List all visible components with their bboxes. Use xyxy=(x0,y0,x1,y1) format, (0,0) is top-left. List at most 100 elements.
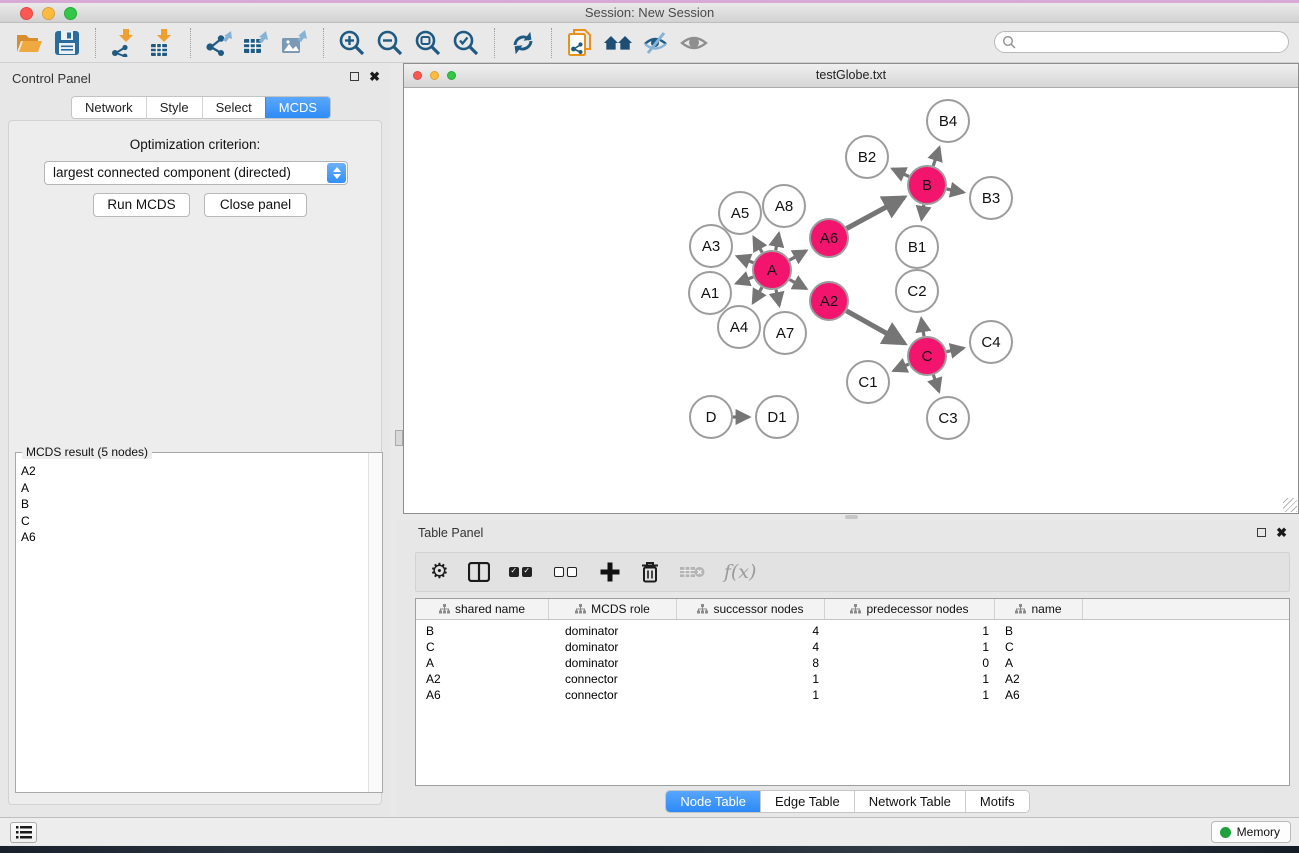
table-settings-icon[interactable]: ⚙ xyxy=(430,562,449,582)
search-field[interactable] xyxy=(994,31,1289,53)
node-A1[interactable]: A1 xyxy=(689,272,731,314)
node-B[interactable]: B xyxy=(908,166,946,204)
column-header-name[interactable]: name xyxy=(995,599,1083,619)
cell[interactable]: A xyxy=(995,655,1083,671)
edge-C-C4[interactable] xyxy=(947,348,964,352)
add-column-icon[interactable] xyxy=(599,561,621,583)
import-table-icon[interactable] xyxy=(147,28,177,58)
task-history-button[interactable] xyxy=(10,822,37,843)
cell[interactable]: 1 xyxy=(825,687,995,703)
node-A2[interactable]: A2 xyxy=(810,282,848,320)
node-A5[interactable]: A5 xyxy=(719,192,761,234)
cell[interactable]: C xyxy=(416,639,549,655)
deselect-all-checkboxes-icon[interactable] xyxy=(554,567,580,577)
search-input[interactable] xyxy=(1020,33,1288,51)
network-close-button[interactable] xyxy=(413,71,422,80)
cell[interactable]: 4 xyxy=(677,639,825,655)
edge-A-A1[interactable] xyxy=(736,277,753,283)
cell[interactable]: A6 xyxy=(995,687,1083,703)
column-header-predecessor-nodes[interactable]: predecessor nodes xyxy=(825,599,995,619)
close-window-button[interactable] xyxy=(20,7,33,20)
node-A[interactable]: A xyxy=(753,251,791,289)
show-all-nodes-icon[interactable] xyxy=(603,28,633,58)
minimize-window-button[interactable] xyxy=(42,7,55,20)
edge-C-C1[interactable] xyxy=(894,364,909,371)
node-D[interactable]: D xyxy=(690,396,732,438)
tab-network-table[interactable]: Network Table xyxy=(854,791,965,812)
edge-A-A6[interactable] xyxy=(789,251,806,261)
run-mcds-button[interactable]: Run MCDS xyxy=(93,193,190,217)
network-zoom-button[interactable] xyxy=(447,71,456,80)
export-network-icon[interactable] xyxy=(204,28,234,58)
cell[interactable]: A6 xyxy=(416,687,549,703)
window-resize-grip[interactable] xyxy=(1283,498,1297,512)
node-B3[interactable]: B3 xyxy=(970,177,1012,219)
cell[interactable]: A2 xyxy=(995,671,1083,687)
cell[interactable]: A2 xyxy=(416,671,549,687)
edge-B-B2[interactable] xyxy=(892,169,909,177)
edge-A-A5[interactable] xyxy=(754,237,763,252)
column-header-shared-name[interactable]: shared name xyxy=(416,599,549,619)
edge-A-A2[interactable] xyxy=(790,280,807,289)
apply-layout-icon[interactable] xyxy=(508,28,538,58)
node-D1[interactable]: D1 xyxy=(756,396,798,438)
float-panel-icon[interactable] xyxy=(350,72,359,81)
duplicate-network-icon[interactable] xyxy=(565,28,595,58)
edge-B-B3[interactable] xyxy=(947,189,964,192)
cell[interactable]: 1 xyxy=(825,671,995,687)
table-row[interactable]: A2connector11A2 xyxy=(416,671,1289,687)
node-A4[interactable]: A4 xyxy=(718,306,760,348)
result-item[interactable]: A6 xyxy=(16,529,368,546)
edge-A-A7[interactable] xyxy=(776,290,779,306)
zoom-selected-icon[interactable] xyxy=(451,28,481,58)
criterion-select[interactable]: largest connected component (directed) xyxy=(44,161,348,185)
cell[interactable]: 8 xyxy=(677,655,825,671)
select-all-checkboxes-icon[interactable] xyxy=(509,567,535,577)
table-row[interactable]: Bdominator41B xyxy=(416,623,1289,639)
cell[interactable]: dominator xyxy=(549,655,677,671)
node-C4[interactable]: C4 xyxy=(970,321,1012,363)
edge-B-B1[interactable] xyxy=(922,205,924,220)
node-C[interactable]: C xyxy=(908,337,946,375)
zoom-out-icon[interactable] xyxy=(375,28,405,58)
close-panel-button[interactable]: Close panel xyxy=(204,193,307,217)
edge-A-A4[interactable] xyxy=(753,287,762,303)
table-row[interactable]: Adominator80A xyxy=(416,655,1289,671)
node-B2[interactable]: B2 xyxy=(846,136,888,178)
memory-button[interactable]: Memory xyxy=(1211,821,1291,843)
tab-select[interactable]: Select xyxy=(202,97,265,118)
table-row[interactable]: Cdominator41C xyxy=(416,639,1289,655)
result-item[interactable]: B xyxy=(16,496,368,513)
cell[interactable]: dominator xyxy=(549,639,677,655)
node-A3[interactable]: A3 xyxy=(690,225,732,267)
result-item[interactable]: A xyxy=(16,480,368,497)
column-header-MCDS-role[interactable]: MCDS role xyxy=(549,599,677,619)
horizontal-splitter-handle[interactable] xyxy=(845,515,858,519)
node-C1[interactable]: C1 xyxy=(847,361,889,403)
node-B1[interactable]: B1 xyxy=(896,226,938,268)
cell[interactable]: 1 xyxy=(677,671,825,687)
result-item[interactable]: A2 xyxy=(16,463,368,480)
zoom-window-button[interactable] xyxy=(64,7,77,20)
node-C2[interactable]: C2 xyxy=(896,270,938,312)
node-A7[interactable]: A7 xyxy=(764,312,806,354)
export-image-icon[interactable] xyxy=(280,28,310,58)
cell[interactable]: 4 xyxy=(677,623,825,639)
open-session-icon[interactable] xyxy=(14,28,44,58)
cell[interactable]: 1 xyxy=(825,639,995,655)
zoom-fit-icon[interactable] xyxy=(413,28,443,58)
network-canvas[interactable]: AA1A2A3A4A5A6A7A8BB1B2B3B4CC1C2C3C4DD1 xyxy=(404,88,1298,513)
tab-network[interactable]: Network xyxy=(72,97,146,118)
cell[interactable]: C xyxy=(995,639,1083,655)
network-window-titlebar[interactable]: testGlobe.txt xyxy=(404,64,1298,88)
cell[interactable]: connector xyxy=(549,671,677,687)
tab-motifs[interactable]: Motifs xyxy=(965,791,1029,812)
export-table-icon[interactable] xyxy=(242,28,272,58)
network-minimize-button[interactable] xyxy=(430,71,439,80)
tab-edge-table[interactable]: Edge Table xyxy=(760,791,854,812)
cell[interactable]: 1 xyxy=(677,687,825,703)
edge-A-A3[interactable] xyxy=(737,256,753,262)
tab-node-table[interactable]: Node Table xyxy=(666,791,760,812)
tab-mcds[interactable]: MCDS xyxy=(265,97,330,118)
show-hidden-icon[interactable] xyxy=(679,28,709,58)
